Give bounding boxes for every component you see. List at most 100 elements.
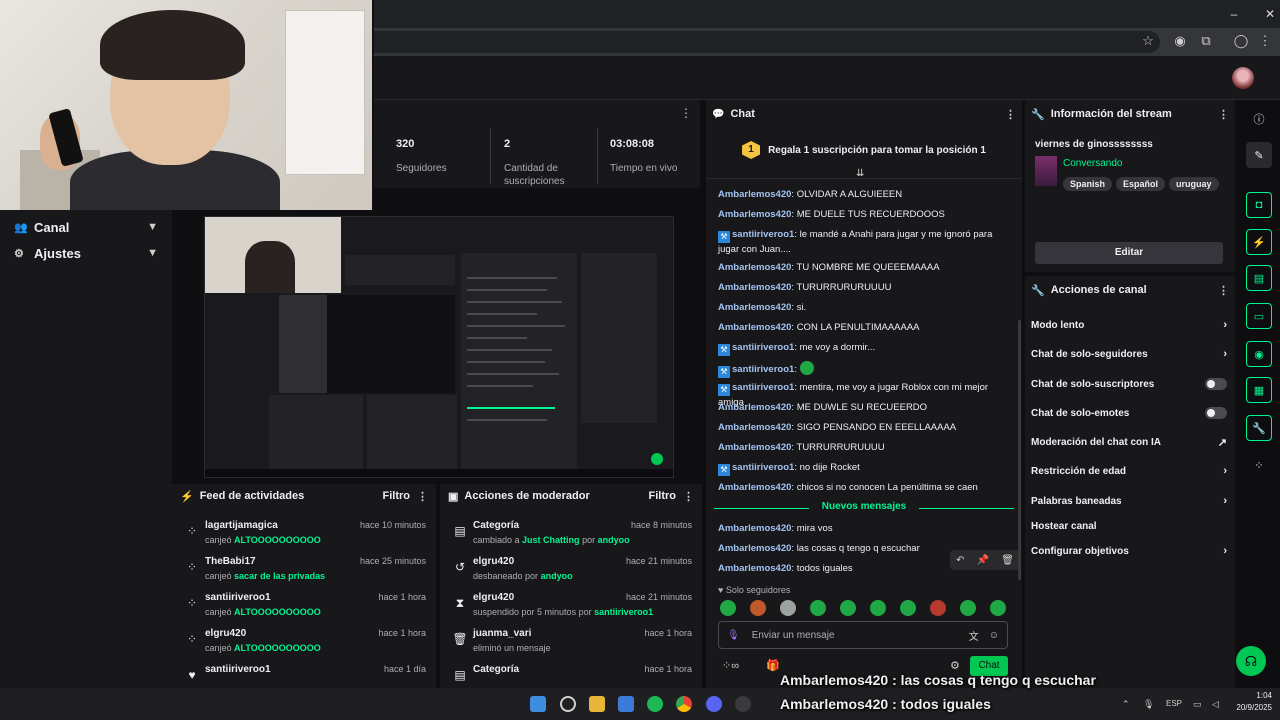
reply-icon[interactable]: ↶ <box>956 555 964 566</box>
chat-username[interactable]: Ambarlemos420 <box>718 189 791 200</box>
chat-username[interactable]: Ambarlemos420 <box>718 282 791 293</box>
kebab-menu-icon[interactable]: ⋮ <box>1218 284 1229 297</box>
category-thumbnail[interactable] <box>1035 156 1057 186</box>
broadcast-icon[interactable]: ◉ <box>1246 341 1272 367</box>
discord-icon[interactable] <box>706 696 722 712</box>
chat-username[interactable]: Ambarlemos420 <box>718 402 791 413</box>
chat-message[interactable]: ⚒ santiiriveroo1: no dije Rocket <box>718 461 1010 476</box>
chat-username[interactable]: Ambarlemos420 <box>718 442 791 453</box>
kebab-menu-icon[interactable]: ⋮ <box>1005 108 1016 121</box>
list-item[interactable]: ⧗ elgru420 hace 21 minutos suspendido por 5… <box>440 592 702 628</box>
list-item[interactable]: ⁘ lagartijamagica hace 10 minutos canjeó AL… <box>172 520 436 556</box>
toggle-switch[interactable] <box>1205 378 1227 390</box>
list-item[interactable]: ⁘ TheBabi17 hace 25 minutos canjeó sacar de… <box>172 556 436 592</box>
emote-icon[interactable] <box>750 600 766 616</box>
filter-button[interactable]: Filtro <box>649 490 677 502</box>
extension-icon[interactable]: ◉ <box>1172 33 1188 49</box>
pinned-gift-banner[interactable]: 1 Regala 1 suscripción para tomar la pos… <box>706 136 1022 164</box>
avatar[interactable] <box>1232 67 1254 89</box>
emote-icon[interactable] <box>840 600 856 616</box>
emote-icon[interactable] <box>900 600 916 616</box>
channel-action-hostear-canal[interactable]: Hostear canal <box>1031 516 1227 536</box>
list-item[interactable]: ♥ santiiriveroo1 hace 1 día <box>172 664 436 688</box>
info-icon[interactable]: ⓘ <box>1246 106 1272 132</box>
chat-username[interactable]: Ambarlemos420 <box>718 482 791 493</box>
chat-message[interactable]: Ambarlemos420: OLVIDAR A ALGUIEEEN <box>718 188 1010 201</box>
channel-action-chat-de-solo-emotes[interactable]: Chat de solo-emotes <box>1031 403 1227 423</box>
network-icon[interactable]: ▭ <box>1193 699 1202 710</box>
sidebar-item-canal[interactable]: 👥 Canal ▼ <box>0 214 172 240</box>
chevron-up-icon[interactable]: ⌃ <box>1122 699 1130 710</box>
chat-username[interactable]: Ambarlemos420 <box>718 262 791 273</box>
channel-action-moderaci-n-del-chat-con-ia[interactable]: Moderación del chat con IA ↗ <box>1031 432 1227 452</box>
tag[interactable]: uruguay <box>1169 177 1219 191</box>
emote-icon[interactable] <box>870 600 886 616</box>
windows-start-icon[interactable] <box>530 696 546 712</box>
chat-message[interactable]: Ambarlemos420: ME DUWLE SU RECUEERDO <box>718 401 1010 414</box>
chat-message[interactable]: Ambarlemos420: mira vos <box>718 522 1010 535</box>
spotify-icon[interactable] <box>647 696 663 712</box>
emote-icon[interactable] <box>780 600 796 616</box>
chat-message[interactable]: Ambarlemos420: TU NOMBRE ME QUEEEMAAAA <box>718 261 1010 274</box>
list-item[interactable]: ▤ Categoría hace 1 hora <box>440 664 702 688</box>
infinity-icon[interactable]: ⁘∞ <box>722 659 739 672</box>
store-icon[interactable] <box>618 696 634 712</box>
clock[interactable]: 1:04 20/9/2025 <box>1236 690 1272 714</box>
chat-message[interactable]: Ambarlemos420: TURRURRURUUUU <box>718 441 1010 454</box>
language-indicator[interactable]: ESP <box>1166 699 1182 708</box>
toggle-switch[interactable] <box>1205 407 1227 419</box>
list-item[interactable]: 🗑 juanma_vari hace 1 hora eliminó un mensaj… <box>440 628 702 664</box>
layout-icon[interactable]: ▦ <box>1246 377 1272 403</box>
chat-message[interactable]: Ambarlemos420: chicos si no conocen La p… <box>718 481 1010 494</box>
kebab-menu-icon[interactable]: ⋮ <box>683 490 694 503</box>
url-input[interactable] <box>330 31 1160 53</box>
chat-message[interactable]: Ambarlemos420: TURURRURURUUUU <box>718 281 1010 294</box>
chat-message[interactable]: Ambarlemos420: CON LA PENULTIMAAAAAA <box>718 321 1010 334</box>
chat-message[interactable]: ⚒ santiiriveroo1: me voy a dormir... <box>718 341 1010 356</box>
chat-username[interactable]: Ambarlemos420 <box>718 422 791 433</box>
delete-icon[interactable]: 🗑 <box>1001 555 1014 566</box>
puzzle-icon[interactable]: ⧉ <box>1198 33 1214 49</box>
kebab-menu-icon[interactable]: ⋮ <box>1218 108 1229 121</box>
channel-action-chat-de-solo-suscriptores[interactable]: Chat de solo-suscriptores <box>1031 374 1227 394</box>
tag[interactable]: Spanish <box>1063 177 1113 191</box>
chrome-icon[interactable] <box>676 696 692 712</box>
add-widget-icon[interactable]: ⁘ <box>1246 452 1272 478</box>
list-item[interactable]: ⁘ elgru420 hace 1 hora canjeó ALTOOOOOOOOOO <box>172 628 436 664</box>
edit-button[interactable]: Editar <box>1035 242 1223 264</box>
chat-input[interactable]: 🎙 Enviar un mensaje 文 ☺ <box>718 621 1008 649</box>
clipboard-icon[interactable]: ▤ <box>1246 265 1272 291</box>
chat-username[interactable]: santiiriveroo1 <box>732 342 794 353</box>
app-icon[interactable] <box>735 696 751 712</box>
chat-username[interactable]: Ambarlemos420 <box>718 563 791 574</box>
chat-scrollbar[interactable] <box>1018 320 1021 580</box>
gift-icon[interactable]: 🎁 <box>766 659 780 672</box>
emoji-icon[interactable]: ☺ <box>989 630 999 641</box>
kebab-menu-icon[interactable]: ⋮ <box>1257 33 1273 49</box>
gear-icon[interactable]: ⚙ <box>950 659 960 672</box>
chat-username[interactable]: santiiriveroo1 <box>732 382 794 393</box>
chat-username[interactable]: Ambarlemos420 <box>718 302 791 313</box>
translate-icon[interactable]: 文 <box>969 628 979 643</box>
chat-username[interactable]: Ambarlemos420 <box>718 322 791 333</box>
list-item[interactable]: ↺ elgru420 hace 21 minutos desbaneado por a… <box>440 556 702 592</box>
tag[interactable]: Español <box>1116 177 1166 191</box>
microphone-icon[interactable]: 🎙 <box>727 630 740 641</box>
minimize-icon[interactable]: – <box>1226 6 1242 22</box>
chat-message[interactable]: ⚒ santiiriveroo1: le mandé a Anahi para j… <box>718 228 1010 256</box>
chat-username[interactable]: Ambarlemos420 <box>718 209 791 220</box>
chat-message[interactable]: Ambarlemos420: ME DUELE TUS RECUERDOOOS <box>718 208 1010 221</box>
chat-message[interactable]: Ambarlemos420: si. <box>718 301 1010 314</box>
chat-username[interactable]: Ambarlemos420 <box>718 543 791 554</box>
list-item[interactable]: ▤ Categoría hace 8 minutos cambiado a Just … <box>440 520 702 556</box>
chat-username[interactable]: Ambarlemos420 <box>718 523 791 534</box>
pencil-icon[interactable]: ✎ <box>1246 142 1272 168</box>
file-explorer-icon[interactable] <box>589 696 605 712</box>
camera-icon[interactable]: ◘ <box>1246 192 1272 218</box>
microphone-icon[interactable]: 🎙 <box>1143 699 1154 710</box>
chat-message[interactable]: ⚒ santiiriveroo1: <box>718 361 1010 378</box>
volume-icon[interactable]: ◁ <box>1212 699 1219 710</box>
pin-icon[interactable]: 📌 <box>977 555 989 566</box>
chat-username[interactable]: santiiriveroo1 <box>732 229 794 240</box>
emote-icon[interactable] <box>930 600 946 616</box>
